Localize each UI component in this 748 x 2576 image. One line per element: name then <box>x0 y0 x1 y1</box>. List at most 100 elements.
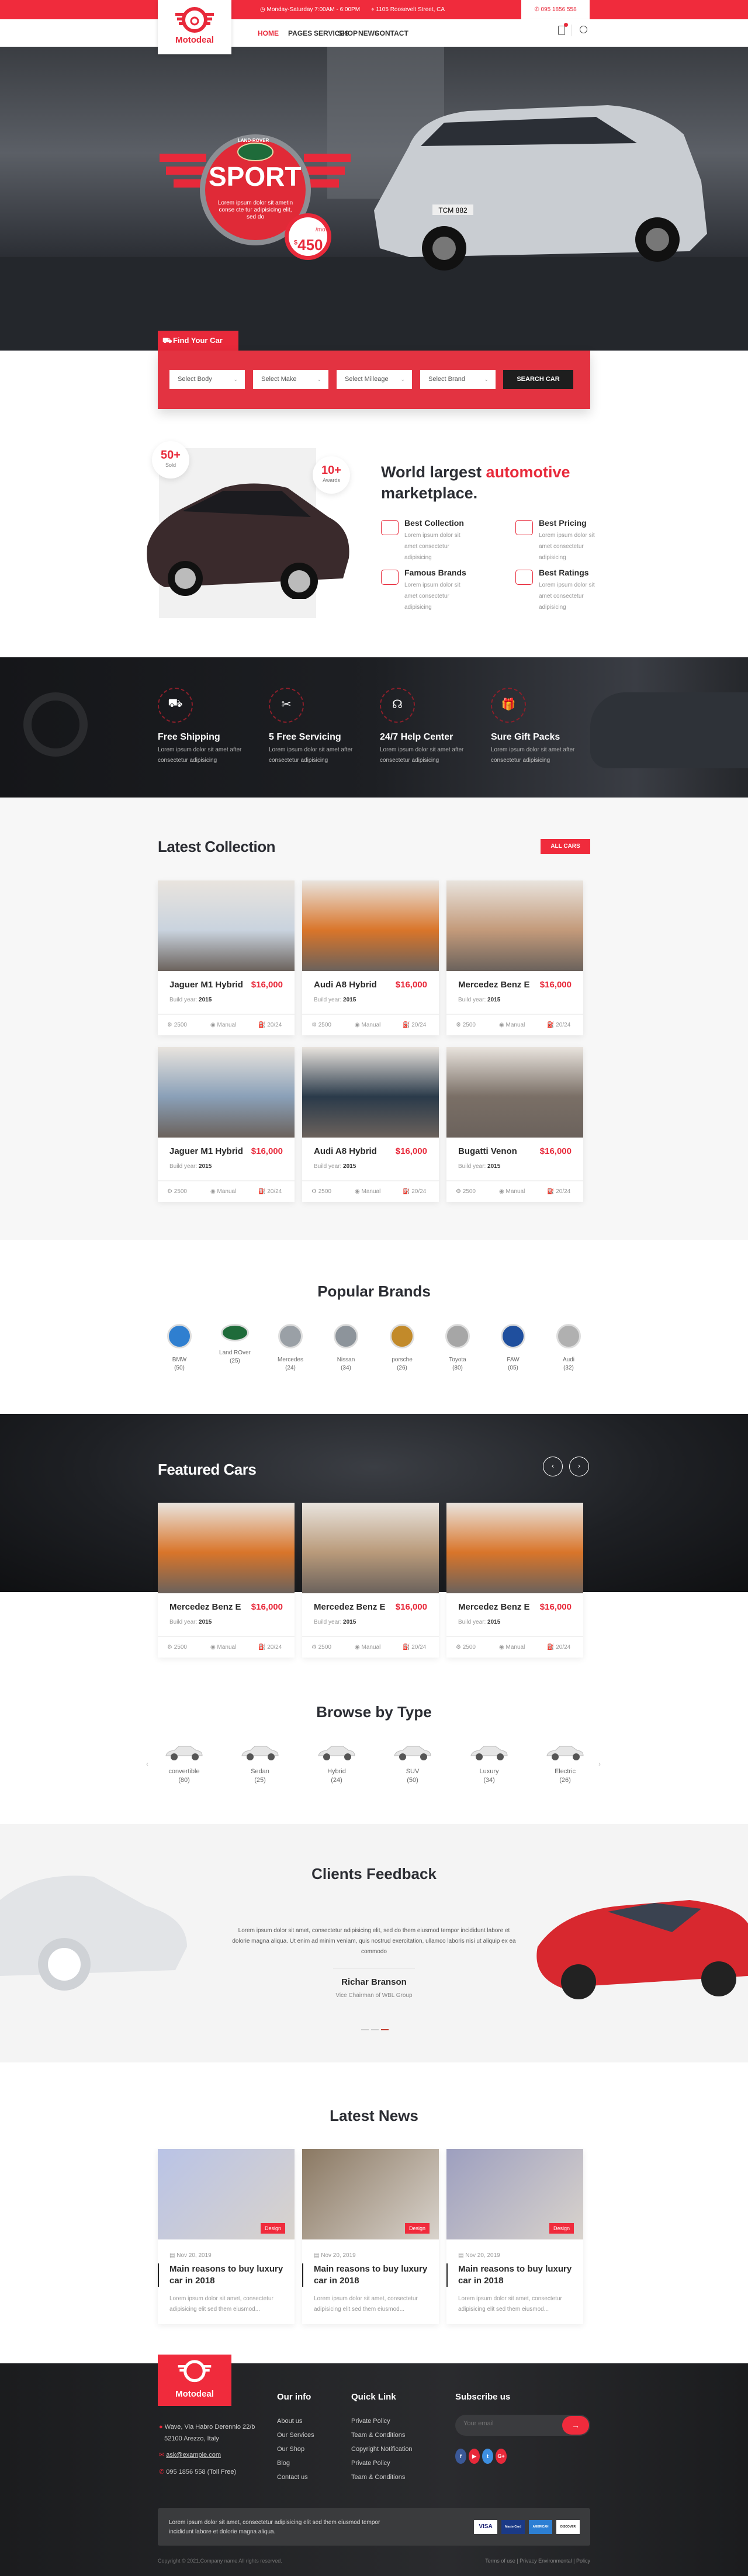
car-name[interactable]: Mercedez Benz E <box>458 980 530 990</box>
car-name[interactable]: Bugatti Venon <box>458 1146 517 1156</box>
facebook-icon[interactable]: f <box>455 2449 466 2464</box>
car-card[interactable]: Mercedez Benz E $16,000 Build year: 2015 ⚙ … <box>446 880 583 1035</box>
dot-1[interactable] <box>361 2029 369 2030</box>
car-image[interactable] <box>158 1047 295 1138</box>
brand-toyota[interactable]: Toyota (80) <box>434 1324 481 1371</box>
car-card[interactable]: Mercedez Benz E $16,000 Build year: 2015 ⚙ … <box>302 1503 439 1658</box>
car-image[interactable] <box>158 1503 295 1593</box>
footer-logo[interactable]: Motodeal <box>158 2355 231 2406</box>
all-cars-button[interactable]: ALL CARS <box>541 839 590 854</box>
type-suv[interactable]: SUV (50) <box>389 1744 436 1784</box>
nav-home[interactable]: HOME <box>258 29 279 37</box>
footer-link[interactable]: Our Services <box>277 2432 314 2439</box>
car-image[interactable] <box>302 1047 439 1138</box>
build-year: Build year: 2015 <box>169 1619 212 1625</box>
logo[interactable]: Motodeal <box>158 0 231 54</box>
type-luxury[interactable]: Luxury (34) <box>466 1744 512 1784</box>
legal-link[interactable]: Terms of use <box>485 2558 515 2564</box>
find-car-tab[interactable]: ⛟ Find Your Car <box>158 331 238 351</box>
news-title[interactable]: Main reasons to buy luxury car in 2018 <box>458 2263 575 2287</box>
prev-arrow-button[interactable]: ‹ <box>543 1457 563 1476</box>
email-link[interactable]: ask@example.com <box>166 2452 221 2459</box>
news-image[interactable]: Design <box>158 2149 295 2239</box>
search-car-button[interactable]: SEARCH CAR <box>503 370 573 389</box>
car-card[interactable]: Audi A8 Hybrid $16,000 Build year: 2015 ⚙ 2… <box>302 880 439 1035</box>
car-image[interactable] <box>446 1047 583 1138</box>
youtube-icon[interactable]: ▶ <box>469 2449 480 2464</box>
car-name[interactable]: Jaguer M1 Hybrid <box>169 1146 243 1156</box>
type-hybrid[interactable]: Hybrid (24) <box>313 1744 360 1784</box>
news-image[interactable]: Design <box>302 2149 439 2239</box>
news-tag[interactable]: Design <box>260 2223 285 2234</box>
subscribe-arrow-button[interactable]: → <box>562 2416 589 2435</box>
car-card[interactable]: Bugatti Venon $16,000 Build year: 2015 ⚙ 25… <box>446 1047 583 1202</box>
legal-link[interactable]: Policy <box>576 2558 590 2564</box>
footer-link[interactable]: About us <box>277 2418 302 2425</box>
brand-mercedes[interactable]: Mercedes (24) <box>267 1324 314 1371</box>
nav-shop[interactable]: SHOP <box>338 29 358 37</box>
news-title[interactable]: Main reasons to buy luxury car in 2018 <box>169 2263 286 2287</box>
nav-contact[interactable]: CONTACT <box>375 29 408 37</box>
footer-link[interactable]: Our Shop <box>277 2446 304 2453</box>
phone-box[interactable]: ✆ 095 1856 558 <box>521 0 590 19</box>
dot-3-active[interactable] <box>381 2029 389 2030</box>
brand-porsche[interactable]: porsche (26) <box>379 1324 425 1371</box>
spec-value: 20/24 <box>411 1022 427 1028</box>
car-image[interactable] <box>302 1503 439 1593</box>
news-title[interactable]: Main reasons to buy luxury car in 2018 <box>314 2263 431 2287</box>
footer-link[interactable]: Private Policy <box>351 2460 390 2467</box>
types-prev-arrow[interactable]: ‹ <box>146 1760 148 1768</box>
car-name[interactable]: Mercedez Benz E <box>458 1602 530 1612</box>
dot-2[interactable] <box>371 2029 379 2030</box>
car-card[interactable]: Mercedez Benz E $16,000 Build year: 2015 ⚙ … <box>158 1503 295 1658</box>
footer-link[interactable]: Private Policy <box>351 2418 390 2425</box>
car-image[interactable] <box>446 880 583 971</box>
select-milleage[interactable]: Select Milleage ⌄ <box>337 370 412 389</box>
car-card[interactable]: Audi A8 Hybrid $16,000 Build year: 2015 ⚙ 2… <box>302 1047 439 1202</box>
car-card[interactable]: Jaguer M1 Hybrid $16,000 Build year: 2015 ⚙… <box>158 880 295 1035</box>
select-body[interactable]: Select Body ⌄ <box>169 370 245 389</box>
google-plus-icon[interactable]: G+ <box>496 2449 507 2464</box>
brand-audi[interactable]: Audi (32) <box>545 1324 592 1371</box>
car-name[interactable]: Audi A8 Hybrid <box>314 1146 377 1156</box>
car-card[interactable]: Mercedez Benz E $16,000 Build year: 2015 ⚙ … <box>446 1503 583 1658</box>
type-convertible[interactable]: convertible (80) <box>161 1744 207 1784</box>
footer-link[interactable]: Team & Conditions <box>351 2432 405 2439</box>
news-tag[interactable]: Design <box>404 2223 430 2234</box>
news-card[interactable]: Design ▤ Nov 20, 2019 Main reasons to buy … <box>446 2149 583 2324</box>
twitter-icon[interactable]: t <box>482 2449 493 2464</box>
news-image[interactable]: Design <box>446 2149 583 2239</box>
car-image[interactable] <box>446 1503 583 1593</box>
brand-faw[interactable]: FAW (05) <box>490 1324 536 1371</box>
footer-link[interactable]: Contact us <box>277 2474 308 2481</box>
car-card[interactable]: Jaguer M1 Hybrid $16,000 Build year: 2015 ⚙… <box>158 1047 295 1202</box>
feature-desc: Lorem ipsum dolor sit amet consectetur a… <box>404 582 460 611</box>
brand-nissan[interactable]: Nissan (34) <box>323 1324 369 1371</box>
news-card[interactable]: Design ▤ Nov 20, 2019 Main reasons to buy … <box>158 2149 295 2324</box>
brand-bmw[interactable]: BMW (50) <box>156 1324 203 1371</box>
brand-land-rover[interactable]: Land ROver (25) <box>212 1324 258 1364</box>
select-make[interactable]: Select Make ⌄ <box>253 370 328 389</box>
car-name[interactable]: Jaguer M1 Hybrid <box>169 980 243 990</box>
footer-link[interactable]: Team & Conditions <box>351 2474 405 2481</box>
select-brand[interactable]: Select Brand ⌄ <box>420 370 496 389</box>
email-input[interactable] <box>463 2420 557 2427</box>
footer-link[interactable]: Blog <box>277 2460 290 2467</box>
nav-pages[interactable]: PAGES <box>288 29 312 37</box>
car-name[interactable]: Mercedez Benz E <box>169 1602 241 1612</box>
hours-info: ◷ Monday-Saturday 7:00AM - 6:00PM <box>260 6 361 13</box>
news-card[interactable]: Design ▤ Nov 20, 2019 Main reasons to buy … <box>302 2149 439 2324</box>
car-image[interactable] <box>302 880 439 971</box>
search-icon[interactable] <box>580 26 587 33</box>
footer-link[interactable]: Copyright Notification <box>351 2446 413 2453</box>
type-sedan[interactable]: Sedan (25) <box>237 1744 283 1784</box>
legal-link[interactable]: Privacy Environmental <box>520 2558 572 2564</box>
car-name[interactable]: Mercedez Benz E <box>314 1602 386 1612</box>
news-tag[interactable]: Design <box>549 2223 574 2234</box>
type-electric[interactable]: Electric (26) <box>542 1744 588 1784</box>
car-name[interactable]: Audi A8 Hybrid <box>314 980 377 990</box>
cart-icon[interactable] <box>558 23 568 35</box>
next-arrow-button[interactable]: › <box>569 1457 589 1476</box>
types-next-arrow[interactable]: › <box>598 1760 601 1768</box>
car-image[interactable] <box>158 880 295 971</box>
